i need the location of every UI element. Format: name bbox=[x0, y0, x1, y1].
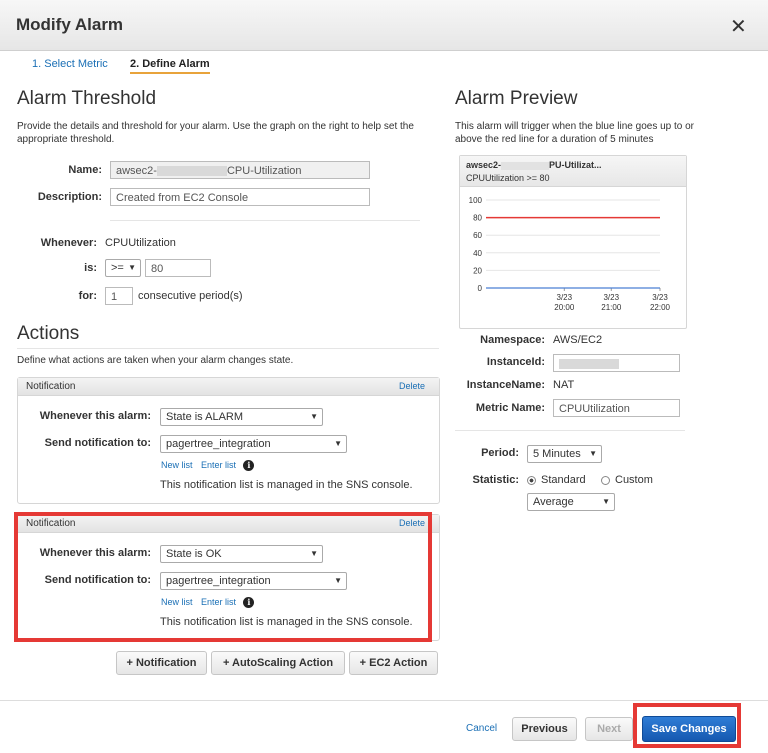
threshold-description: Provide the details and threshold for yo… bbox=[17, 121, 414, 145]
instancename-label: InstanceName: bbox=[466, 379, 545, 391]
divider bbox=[110, 220, 420, 221]
actions-description: Define what actions are taken when your … bbox=[17, 355, 294, 366]
highlight-box bbox=[14, 512, 432, 642]
divider bbox=[455, 430, 685, 431]
chart-title-suffix: PU-Utilizat... bbox=[549, 160, 602, 170]
highlight-box bbox=[633, 703, 741, 748]
x-tick-label: 3/23 bbox=[603, 293, 619, 302]
operator-select[interactable]: >= ▼ bbox=[105, 259, 141, 277]
statistic-label: Statistic: bbox=[472, 474, 519, 486]
threshold-input[interactable]: 80 bbox=[145, 259, 211, 277]
cpu-chart: 1008060402003/2320:003/2321:003/2322:00 bbox=[469, 196, 671, 312]
namespace-label: Namespace: bbox=[480, 334, 545, 346]
periods-suffix: consecutive period(s) bbox=[138, 290, 243, 302]
name-label: Name: bbox=[68, 164, 102, 176]
name-value-suffix: CPU-Utilization bbox=[226, 165, 302, 177]
radio-unchecked-icon[interactable] bbox=[601, 475, 610, 485]
statistic-custom-option[interactable]: Custom bbox=[601, 474, 653, 486]
metricname-label: Metric Name: bbox=[475, 402, 545, 414]
send-notification-label: Send notification to: bbox=[44, 437, 151, 449]
chart-subtitle: CPUUtilization >= 80 bbox=[466, 173, 550, 183]
namespace-value: AWS/EC2 bbox=[553, 334, 603, 346]
chevron-down-icon: ▼ bbox=[602, 497, 610, 506]
chart-title: awsec2- PU-Utilizat... bbox=[466, 160, 602, 170]
is-label: is: bbox=[84, 262, 97, 274]
x-tick-label: 3/23 bbox=[652, 293, 668, 302]
redacted-block bbox=[156, 166, 227, 177]
period-select[interactable]: 5 Minutes ▼ bbox=[527, 445, 602, 463]
x-tick-label: 3/23 bbox=[557, 293, 573, 302]
name-input[interactable]: awsec2- CPU-Utilization bbox=[110, 161, 370, 179]
alarm-state-value: State is ALARM bbox=[166, 411, 244, 423]
periods-input[interactable]: 1 bbox=[105, 287, 133, 305]
y-tick-label: 0 bbox=[478, 284, 483, 293]
x-tick-label: 22:00 bbox=[650, 303, 671, 312]
topic-value: pagertree_integration bbox=[166, 438, 271, 450]
next-button[interactable]: Next bbox=[585, 717, 633, 741]
divider bbox=[17, 348, 439, 349]
threshold-heading: Alarm Threshold bbox=[17, 88, 157, 109]
preview-description: This alarm will trigger when the blue li… bbox=[455, 121, 695, 145]
description-input[interactable]: Created from EC2 Console bbox=[110, 188, 370, 206]
statistic-standard-label: Standard bbox=[541, 474, 586, 486]
managed-text: This notification list is managed in the… bbox=[160, 479, 413, 491]
alarm-state-select[interactable]: State is ALARM ▼ bbox=[160, 408, 323, 426]
y-tick-label: 20 bbox=[473, 266, 482, 275]
whenever-value: CPUUtilization bbox=[105, 237, 176, 249]
chevron-down-icon: ▼ bbox=[310, 412, 318, 421]
notification-header: Notification Delete bbox=[18, 378, 439, 396]
statistic-select[interactable]: Average ▼ bbox=[527, 493, 615, 511]
dialog-title: Modify Alarm bbox=[16, 15, 124, 34]
step-define-alarm[interactable]: 2. Define Alarm bbox=[130, 58, 210, 74]
y-tick-label: 80 bbox=[473, 214, 482, 223]
chevron-down-icon: ▼ bbox=[128, 263, 136, 272]
statistic-standard-option[interactable]: Standard bbox=[527, 474, 586, 486]
instanceid-field bbox=[553, 354, 680, 372]
preview-heading: Alarm Preview bbox=[455, 88, 578, 109]
x-tick-label: 21:00 bbox=[601, 303, 622, 312]
delete-link[interactable]: Delete bbox=[399, 378, 425, 395]
preview-chart-panel: awsec2- PU-Utilizat... CPUUtilization >= … bbox=[459, 155, 687, 329]
chevron-down-icon: ▼ bbox=[334, 439, 342, 448]
whenever-alarm-label: Whenever this alarm: bbox=[39, 410, 151, 422]
redacted-block bbox=[559, 359, 619, 370]
y-tick-label: 40 bbox=[473, 249, 482, 258]
actions-heading: Actions bbox=[17, 323, 80, 344]
info-icon[interactable]: i bbox=[243, 460, 255, 471]
description-label: Description: bbox=[37, 191, 102, 203]
topic-select[interactable]: pagertree_integration ▼ bbox=[160, 435, 347, 453]
new-list-link[interactable]: New list bbox=[161, 460, 193, 470]
name-value-prefix: awsec2- bbox=[116, 165, 157, 177]
x-tick-label: 20:00 bbox=[554, 303, 575, 312]
step-select-metric[interactable]: 1. Select Metric bbox=[32, 58, 108, 70]
chart-title-prefix: awsec2- bbox=[466, 160, 502, 170]
notification-title: Notification bbox=[26, 381, 76, 392]
whenever-label: Whenever: bbox=[40, 237, 97, 249]
operator-value: >= bbox=[111, 262, 124, 274]
y-tick-label: 100 bbox=[469, 196, 483, 205]
close-icon[interactable]: ✕ bbox=[730, 14, 747, 39]
chevron-down-icon: ▼ bbox=[589, 449, 597, 458]
period-value: 5 Minutes bbox=[533, 448, 581, 460]
enter-list-link[interactable]: Enter list bbox=[201, 460, 236, 470]
cancel-link[interactable]: Cancel bbox=[466, 723, 497, 734]
metricname-field: CPUUtilization bbox=[553, 399, 680, 417]
period-label: Period: bbox=[481, 447, 519, 459]
statistic-custom-label: Custom bbox=[615, 474, 653, 486]
previous-button[interactable]: Previous bbox=[512, 717, 577, 741]
add-notification-button[interactable]: + Notification bbox=[116, 651, 207, 675]
for-label: for: bbox=[78, 290, 97, 302]
instancename-value: NAT bbox=[553, 379, 575, 391]
y-tick-label: 60 bbox=[473, 231, 482, 240]
statistic-value: Average bbox=[533, 496, 574, 508]
redacted-block bbox=[501, 161, 550, 170]
add-ec2-action-button[interactable]: + EC2 Action bbox=[349, 651, 438, 675]
instanceid-label: InstanceId: bbox=[486, 356, 545, 368]
radio-checked-icon[interactable] bbox=[527, 475, 536, 485]
list-links: New list Enter list i bbox=[161, 455, 255, 473]
add-autoscaling-button[interactable]: + AutoScaling Action bbox=[211, 651, 345, 675]
notification-panel: Notification Delete Whenever this alarm:… bbox=[17, 377, 440, 504]
